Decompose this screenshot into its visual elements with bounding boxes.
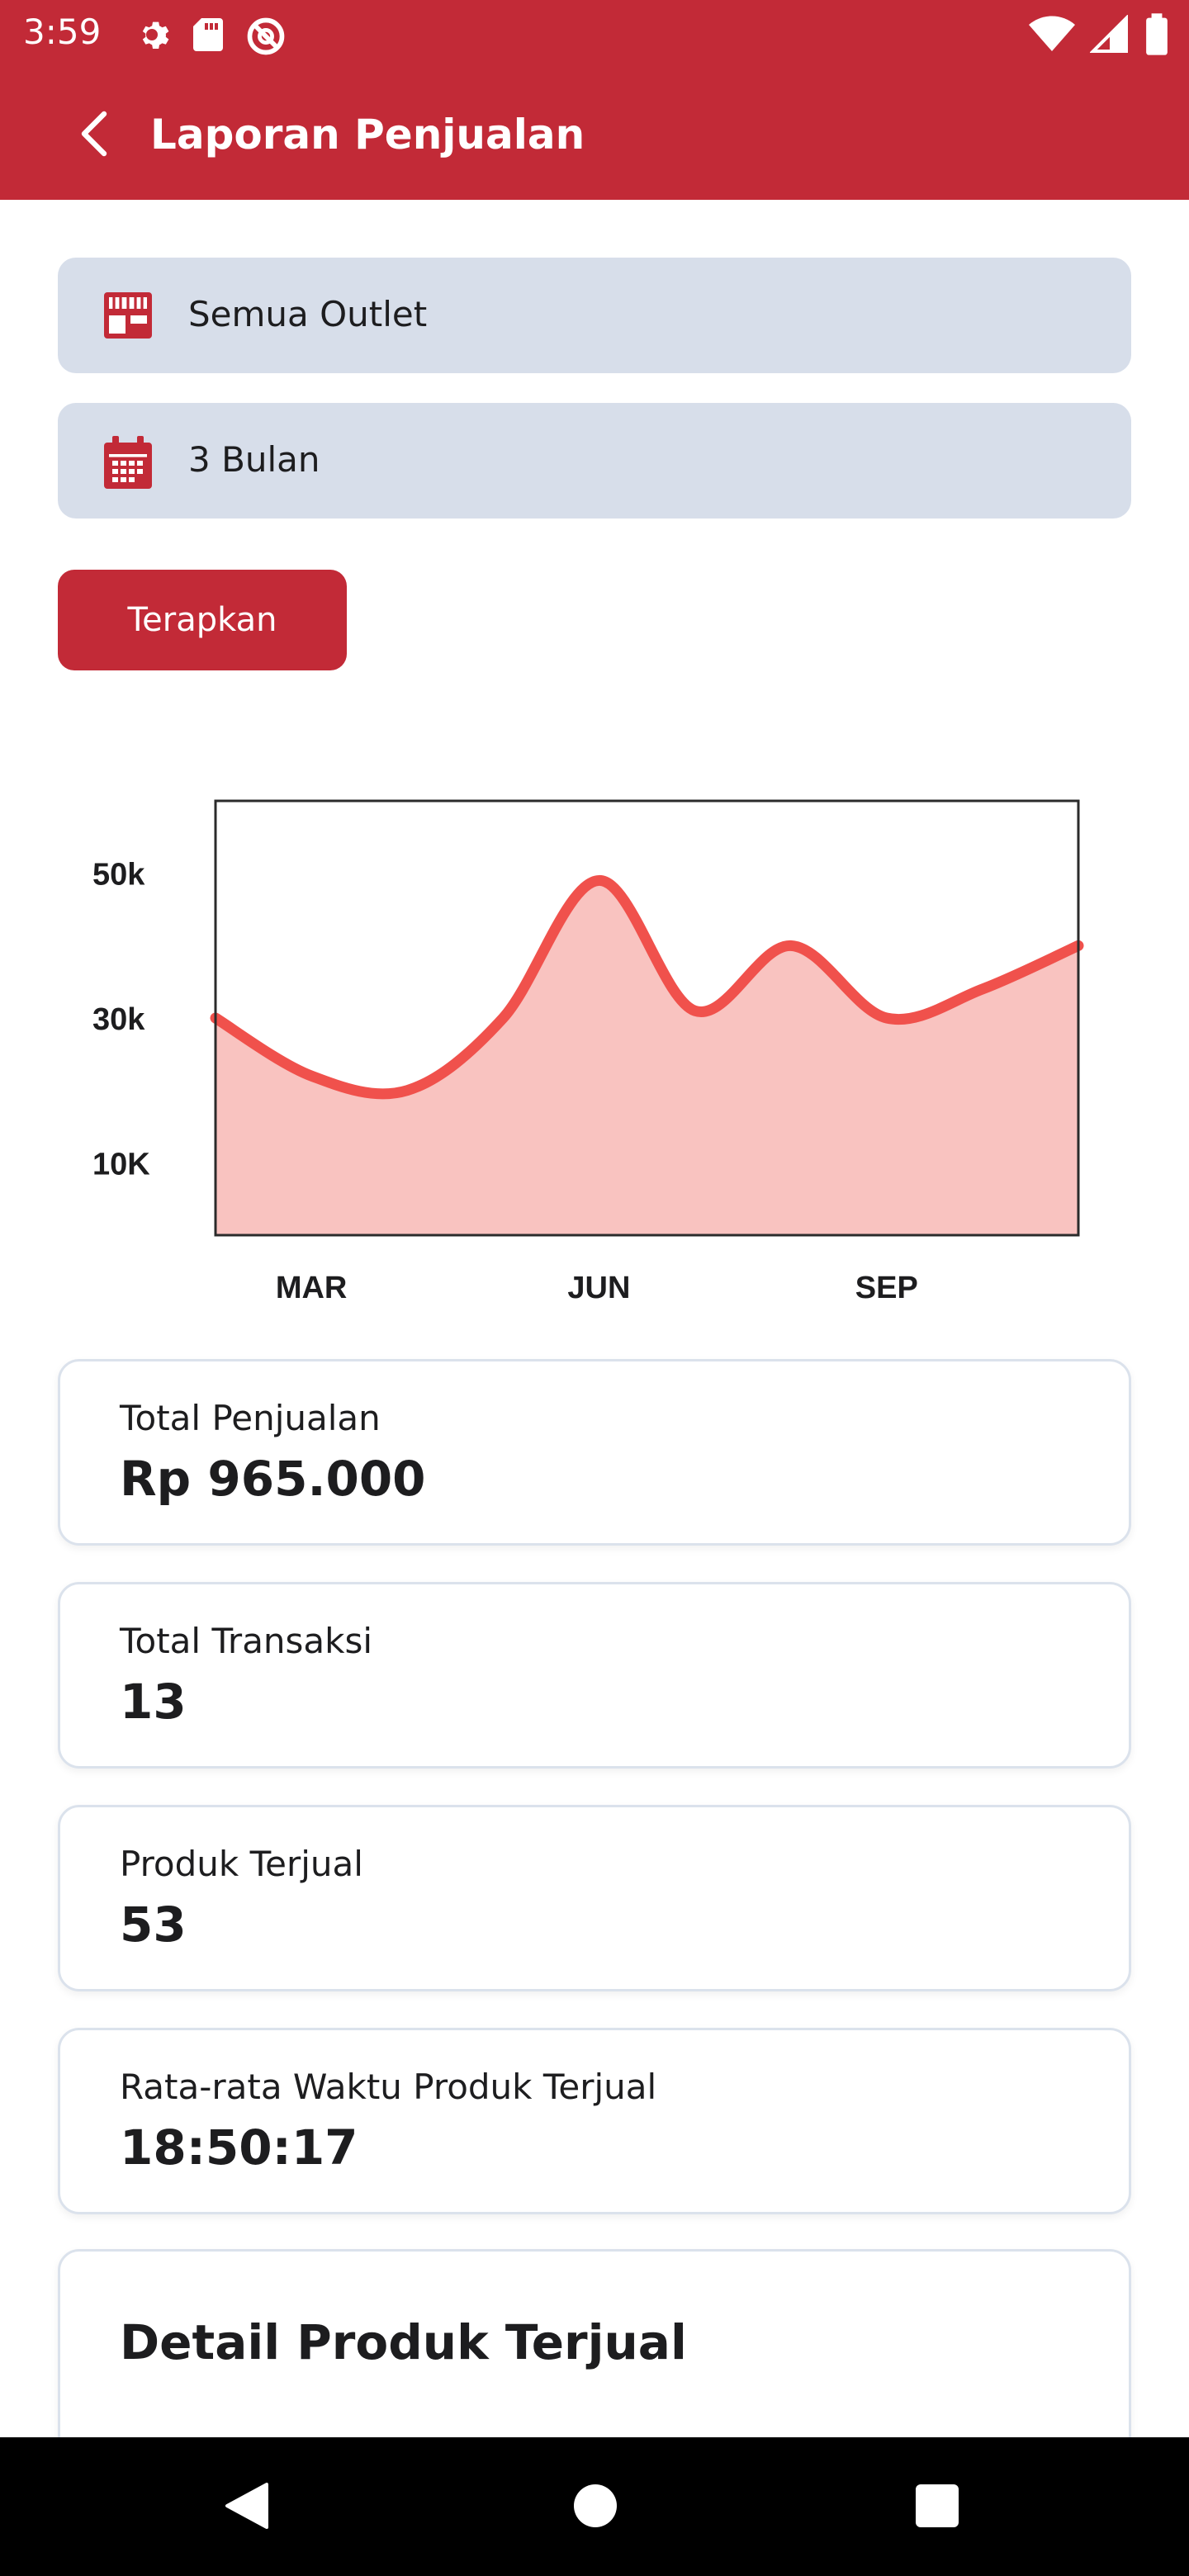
back-button[interactable]: [69, 109, 119, 162]
stat-label: Produk Terjual: [120, 1844, 363, 1884]
recents-square-icon: [914, 2483, 960, 2533]
nav-recents-button[interactable]: [908, 2479, 966, 2536]
stat-value: Rp 965.000: [120, 1451, 426, 1507]
detail-title: Detail Produk Terjual: [120, 2314, 687, 2370]
stat-value: 13: [120, 1674, 187, 1730]
battery-icon: [1144, 13, 1169, 60]
stat-value: 53: [120, 1896, 187, 1953]
x-tick-label: JUN: [567, 1271, 630, 1305]
apply-button[interactable]: Terapkan: [58, 570, 347, 670]
status-left-icons: [132, 15, 287, 62]
status-time: 3:59: [23, 12, 102, 52]
outlet-selector[interactable]: Semua Outlet: [58, 258, 1131, 373]
stat-label: Total Transaksi: [120, 1621, 373, 1661]
stat-card-total-transactions: Total Transaksi 13: [58, 1582, 1131, 1769]
back-triangle-icon: [224, 2481, 270, 2535]
sales-chart: 50k 30k 10K MAR JUN SEP: [92, 799, 1084, 1305]
home-circle-icon: [572, 2483, 618, 2533]
period-label: 3 Bulan: [188, 439, 320, 480]
y-tick-label: 10K: [92, 1147, 150, 1181]
gear-icon: [132, 15, 172, 62]
nav-back-button[interactable]: [218, 2479, 276, 2536]
wifi-icon: [1029, 15, 1075, 59]
period-selector[interactable]: 3 Bulan: [58, 403, 1131, 519]
stat-card-total-sales: Total Penjualan Rp 965.000: [58, 1359, 1131, 1546]
page-title: Laporan Penjualan: [150, 111, 585, 159]
no-disturb-icon: [244, 15, 287, 62]
stat-value: 18:50:17: [120, 2119, 358, 2176]
y-tick-label: 30k: [92, 1002, 145, 1037]
stat-card-average-time: Rata-rata Waktu Produk Terjual 18:50:17: [58, 2028, 1131, 2214]
signal-icon: [1089, 14, 1130, 59]
x-tick-label: MAR: [276, 1271, 348, 1305]
stat-label: Rata-rata Waktu Produk Terjual: [120, 2067, 657, 2107]
system-nav-bar: [0, 2437, 1189, 2576]
nav-home-button[interactable]: [566, 2479, 624, 2536]
stat-card-products-sold: Produk Terjual 53: [58, 1805, 1131, 1991]
y-tick-label: 50k: [92, 858, 145, 893]
chevron-left-icon: [78, 111, 111, 161]
outlet-label: Semua Outlet: [188, 294, 428, 334]
status-bar: 3:59: [0, 0, 1189, 69]
calendar-icon: [102, 436, 154, 495]
sd-card-icon: [190, 15, 226, 62]
app-bar: Laporan Penjualan: [0, 69, 1189, 200]
store-icon: [102, 291, 154, 344]
stat-label: Total Penjualan: [120, 1398, 381, 1438]
status-right-icons: [1029, 13, 1169, 60]
x-tick-label: SEP: [855, 1271, 918, 1305]
